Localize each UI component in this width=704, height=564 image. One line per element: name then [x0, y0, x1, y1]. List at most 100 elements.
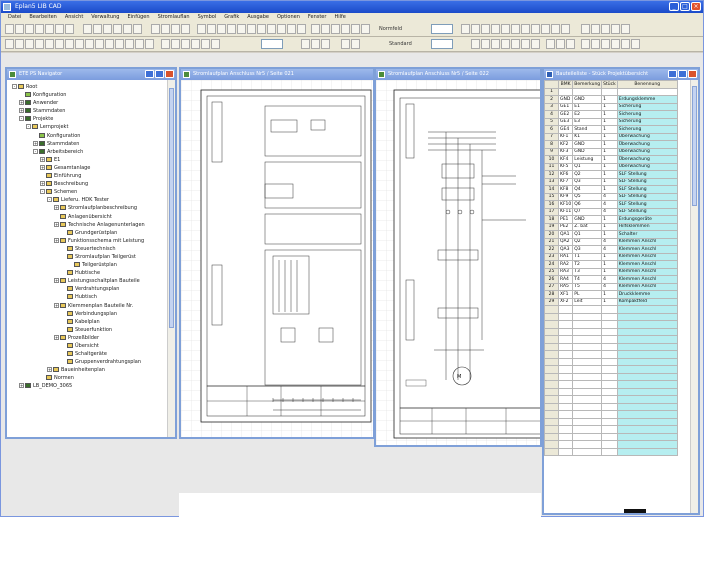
tb1-tool-button-40[interactable]	[521, 24, 530, 34]
table-cell[interactable]: E3	[572, 117, 603, 126]
tree-node[interactable]: - Lieferu. HDK Tester	[9, 196, 167, 204]
table-cell[interactable]: Q2	[572, 170, 603, 179]
table-cell[interactable]: Hilfsklemmen	[616, 222, 678, 231]
table-cell[interactable]	[616, 312, 678, 321]
tb2-tool-button-4[interactable]	[45, 39, 54, 49]
table-cell[interactable]: E2	[572, 110, 603, 119]
table-cell[interactable]: 22	[544, 245, 559, 254]
tree-node[interactable]: Verbindungsplan	[9, 310, 167, 318]
table-row[interactable]: 13 KF7 Q3 1 SLF Stellung	[544, 177, 678, 186]
table-cell[interactable]	[616, 380, 678, 389]
tb1-tool-button-33[interactable]	[361, 24, 370, 34]
table-row[interactable]: 4 GE2 E2 1 Sicherung	[544, 110, 678, 119]
table-cell[interactable]: GND	[572, 215, 603, 224]
tree-node[interactable]: - Schemen	[9, 188, 167, 196]
tb2-tool-button-34[interactable]	[556, 39, 565, 49]
table-cell[interactable]: 1	[601, 177, 618, 186]
tb1-tool-button-47[interactable]	[601, 24, 610, 34]
table-row[interactable]: 19 PE2 Z. bat 1 Hilfsklemmen	[544, 222, 678, 231]
table-cell[interactable]: Stand	[572, 125, 603, 134]
table-cell[interactable]	[601, 387, 618, 396]
tb2-tool-button-33[interactable]	[546, 39, 555, 49]
tree-node[interactable]: Steuertechnisch	[9, 245, 167, 253]
tb1-tool-button-43[interactable]	[551, 24, 560, 34]
table-cell[interactable]: Q3	[572, 245, 603, 254]
table-row[interactable]: 20 QA1 Q1 1 Schalter	[544, 230, 678, 239]
parts-list-scrollbar[interactable]	[690, 80, 698, 513]
table-row[interactable]: 11 KF5 Q1 1 Überwachung	[544, 162, 678, 171]
table-cell[interactable]: Sicherung	[616, 125, 678, 134]
sheet-2-titlebar[interactable]: Stromlaufplan Anschluss Nr5 / Seite 022	[376, 69, 540, 80]
standard-combo[interactable]	[431, 39, 453, 49]
expander-icon[interactable]: -	[12, 84, 17, 89]
menu-item-5[interactable]: Stromlauflan	[154, 13, 194, 22]
table-cell[interactable]	[557, 327, 574, 336]
tb1-tool-button-20[interactable]	[227, 24, 236, 34]
table-cell[interactable]	[572, 380, 603, 389]
table-cell[interactable]	[544, 350, 559, 359]
table-cell[interactable]: 1	[601, 95, 618, 104]
table-row[interactable]: 16 KF10 Q6 4 SLF Stellung	[544, 200, 678, 209]
table-cell[interactable]	[557, 447, 574, 456]
table-cell[interactable]	[544, 380, 559, 389]
menu-item-8[interactable]: Ausgabe	[243, 13, 273, 22]
maximize-button[interactable]: □	[680, 2, 690, 11]
table-cell[interactable]	[557, 365, 574, 374]
table-cell[interactable]	[616, 387, 678, 396]
table-cell[interactable]	[616, 447, 678, 456]
table-cell[interactable]: T5	[572, 282, 603, 291]
tb1-tool-button-24[interactable]	[267, 24, 276, 34]
table-cell[interactable]: KF5	[557, 162, 574, 171]
menu-item-0[interactable]: Datei	[4, 13, 25, 22]
table-cell[interactable]	[572, 365, 603, 374]
table-cell[interactable]	[616, 327, 678, 336]
table-cell[interactable]	[572, 432, 603, 441]
table-cell[interactable]	[601, 342, 618, 351]
expander-icon[interactable]: -	[26, 124, 31, 130]
table-cell[interactable]: 1	[544, 87, 559, 96]
table-cell[interactable]: 27	[544, 282, 559, 291]
table-row[interactable]: 12 KF6 Q2 1 SLF Stellung	[544, 170, 678, 179]
tb1-tool-button-30[interactable]	[331, 24, 340, 34]
table-row[interactable]: 17 KF11 Q7 4 SLF Stellung	[544, 207, 678, 216]
column-header[interactable]: Stück	[601, 80, 618, 89]
table-cell[interactable]	[572, 320, 603, 329]
tree-node[interactable]: + Beschreibung	[9, 180, 167, 188]
table-cell[interactable]: Q1	[572, 230, 603, 239]
table-cell[interactable]	[544, 417, 559, 426]
tree-node[interactable]: + Stromlaufplanbeschreibung	[9, 204, 167, 212]
table-cell[interactable]: XF2	[557, 297, 574, 306]
table-cell[interactable]	[616, 402, 678, 411]
tb2-tool-button-26[interactable]	[471, 39, 480, 49]
expander-icon[interactable]: +	[54, 278, 59, 284]
tree-node[interactable]: - Lernprojekt	[9, 123, 167, 131]
table-cell[interactable]: Q2	[572, 237, 603, 246]
table-cell[interactable]: 5	[544, 117, 559, 126]
expander-icon[interactable]: -	[40, 189, 45, 195]
table-cell[interactable]	[601, 87, 618, 96]
tree-node[interactable]: + Anwender	[9, 99, 167, 107]
tree-node[interactable]: + Technische Anlagenunterlagen	[9, 221, 167, 229]
empty-row[interactable]	[544, 447, 678, 456]
tree-node[interactable]: + E1	[9, 156, 167, 164]
table-cell[interactable]: Klemmen Anschl	[616, 275, 678, 284]
tb2-tool-button-6[interactable]	[65, 39, 74, 49]
table-row[interactable]: 10 KF4 Leistung 1 Überwachung	[544, 155, 678, 164]
table-cell[interactable]	[544, 447, 559, 456]
tree-node[interactable]: + LB_DEMO_3065	[9, 382, 167, 390]
table-cell[interactable]: SLF Stellung	[616, 192, 678, 201]
table-cell[interactable]: KF3	[557, 147, 574, 156]
table-cell[interactable]: Z. bat	[572, 222, 603, 231]
table-cell[interactable]: GND	[572, 95, 603, 104]
tree-node[interactable]: Stromlaufplan Teilgerüst	[9, 253, 167, 261]
table-cell[interactable]: Kompaktfeld	[616, 297, 678, 306]
table-cell[interactable]	[601, 312, 618, 321]
table-row[interactable]: 24 RA2 T2 1 Klemmen Anschl	[544, 260, 678, 269]
table-cell[interactable]: Sicherung	[616, 117, 678, 126]
tb2-tool-button-35[interactable]	[566, 39, 575, 49]
empty-row[interactable]	[544, 410, 678, 419]
table-cell[interactable]: 1	[601, 125, 618, 134]
table-cell[interactable]: 29	[544, 297, 559, 306]
tb1-tool-button-13[interactable]	[151, 24, 160, 34]
tb2-tool-button-1[interactable]	[15, 39, 24, 49]
